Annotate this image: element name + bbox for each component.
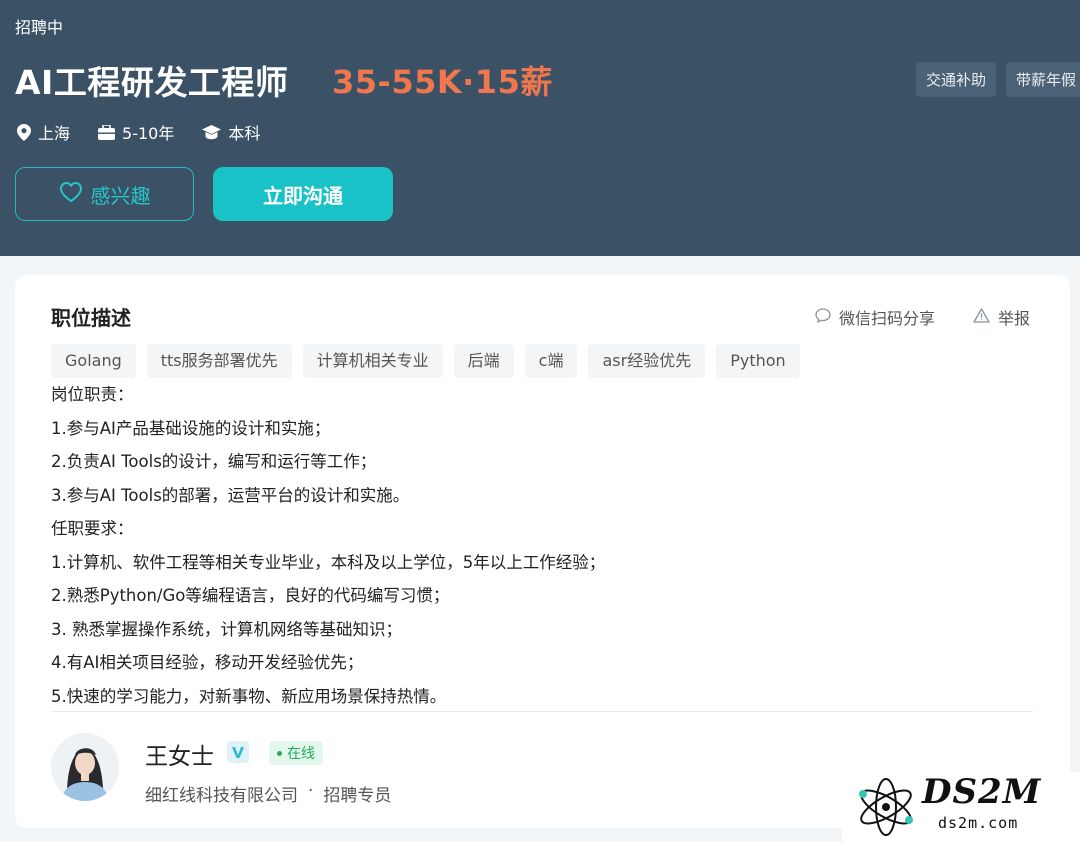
job-status: 招聘中 bbox=[15, 18, 64, 37]
description-line: 3.参与AI Tools的部署，运营平台的设计和实施。 bbox=[51, 485, 410, 505]
benefit-list: 交通补助 带薪年假 bbox=[916, 62, 1080, 97]
divider bbox=[51, 711, 1033, 712]
online-dot-icon bbox=[277, 750, 282, 756]
skill-tag: asr经验优先 bbox=[588, 344, 706, 378]
interest-button[interactable]: 感兴趣 bbox=[15, 167, 194, 221]
location: 上海 bbox=[17, 120, 70, 144]
online-label: 在线 bbox=[287, 746, 315, 762]
watermark-url: ds2m.com bbox=[938, 814, 1019, 832]
description-line: 1.计算机、软件工程等相关专业毕业，本科及以上学位，5年以上工作经验； bbox=[51, 552, 606, 572]
chat-bubble-icon bbox=[815, 307, 831, 327]
job-detail-card: 职位描述 微信扫码分享 举报 Golang tts服务部署优先 计算机相关专业 … bbox=[15, 275, 1070, 828]
verified-badge-icon bbox=[227, 741, 249, 763]
recruiter-name: 王女士 bbox=[145, 744, 214, 770]
education-label: 本科 bbox=[228, 124, 261, 143]
description-line: 岗位职责： bbox=[51, 385, 134, 404]
company-name: 细红线科技有限公司 bbox=[145, 786, 298, 806]
separator: · bbox=[308, 781, 314, 801]
description-line: 4.有AI相关项目经验，移动开发经验优先； bbox=[51, 653, 364, 672]
job-title: AI工程研发工程师 bbox=[15, 63, 289, 102]
watermark: DS2M ds2m.com bbox=[842, 772, 1080, 842]
job-meta: 上海 5-10年 本科 bbox=[17, 120, 260, 144]
benefit-tag: 带薪年假 bbox=[1006, 62, 1080, 97]
description-line: 2.负责AI Tools的设计，编写和运行等工作； bbox=[51, 452, 377, 471]
report-button[interactable]: 举报 bbox=[973, 305, 1030, 329]
skill-tag: Golang bbox=[51, 344, 136, 378]
benefit-tag: 交通补助 bbox=[916, 62, 997, 97]
description-line: 1.参与AI产品基础设施的设计和实施； bbox=[51, 418, 331, 438]
report-label: 举报 bbox=[998, 309, 1031, 328]
online-status-badge: 在线 bbox=[269, 741, 323, 765]
interest-label: 感兴趣 bbox=[90, 183, 151, 208]
chat-now-button[interactable]: 立即沟通 bbox=[213, 167, 393, 221]
salary: 35-55K·15薪 bbox=[332, 63, 553, 101]
skill-tag: Python bbox=[716, 344, 800, 378]
warning-icon bbox=[973, 307, 990, 327]
share-label: 微信扫码分享 bbox=[839, 309, 936, 328]
experience: 5-10年 bbox=[98, 120, 174, 144]
description-line: 3. 熟悉掌握操作系统，计算机网络等基础知识； bbox=[51, 619, 402, 639]
heart-icon bbox=[59, 181, 83, 207]
description-line: 5.快速的学习能力，对新事物、新应用场景保持热情。 bbox=[51, 686, 447, 706]
job-description: 岗位职责： 1.参与AI产品基础设施的设计和实施； 2.负责AI Tools的设… bbox=[51, 378, 1031, 713]
wechat-share-button[interactable]: 微信扫码分享 bbox=[815, 305, 935, 329]
recruiter-company: 细红线科技有限公司 · 招聘专员 bbox=[145, 781, 391, 806]
briefcase-icon bbox=[98, 124, 116, 140]
recruiter-role: 招聘专员 bbox=[323, 786, 392, 806]
education: 本科 bbox=[202, 120, 260, 144]
skill-tag: c端 bbox=[524, 344, 578, 378]
skill-tag: 计算机相关专业 bbox=[302, 344, 443, 378]
section-title: 职位描述 bbox=[51, 306, 131, 330]
description-line: 2.熟悉Python/Go等编程语言，良好的代码编写习惯； bbox=[51, 586, 450, 605]
recruiter-avatar[interactable] bbox=[51, 733, 119, 801]
location-label: 上海 bbox=[38, 124, 71, 143]
graduation-cap-icon bbox=[202, 124, 222, 140]
description-line: 任职要求： bbox=[51, 519, 134, 538]
atom-logo-icon bbox=[854, 776, 918, 842]
skill-tag: 后端 bbox=[453, 344, 514, 378]
experience-label: 5-10年 bbox=[122, 124, 175, 143]
location-pin-icon bbox=[17, 123, 31, 141]
job-header: 招聘中 AI工程研发工程师 35-55K·15薪 交通补助 带薪年假 上海 5-… bbox=[0, 0, 1080, 256]
watermark-text: DS2M bbox=[922, 772, 1042, 812]
skill-tags: Golang tts服务部署优先 计算机相关专业 后端 c端 asr经验优先 P… bbox=[51, 344, 800, 378]
skill-tag: tts服务部署优先 bbox=[146, 344, 292, 378]
